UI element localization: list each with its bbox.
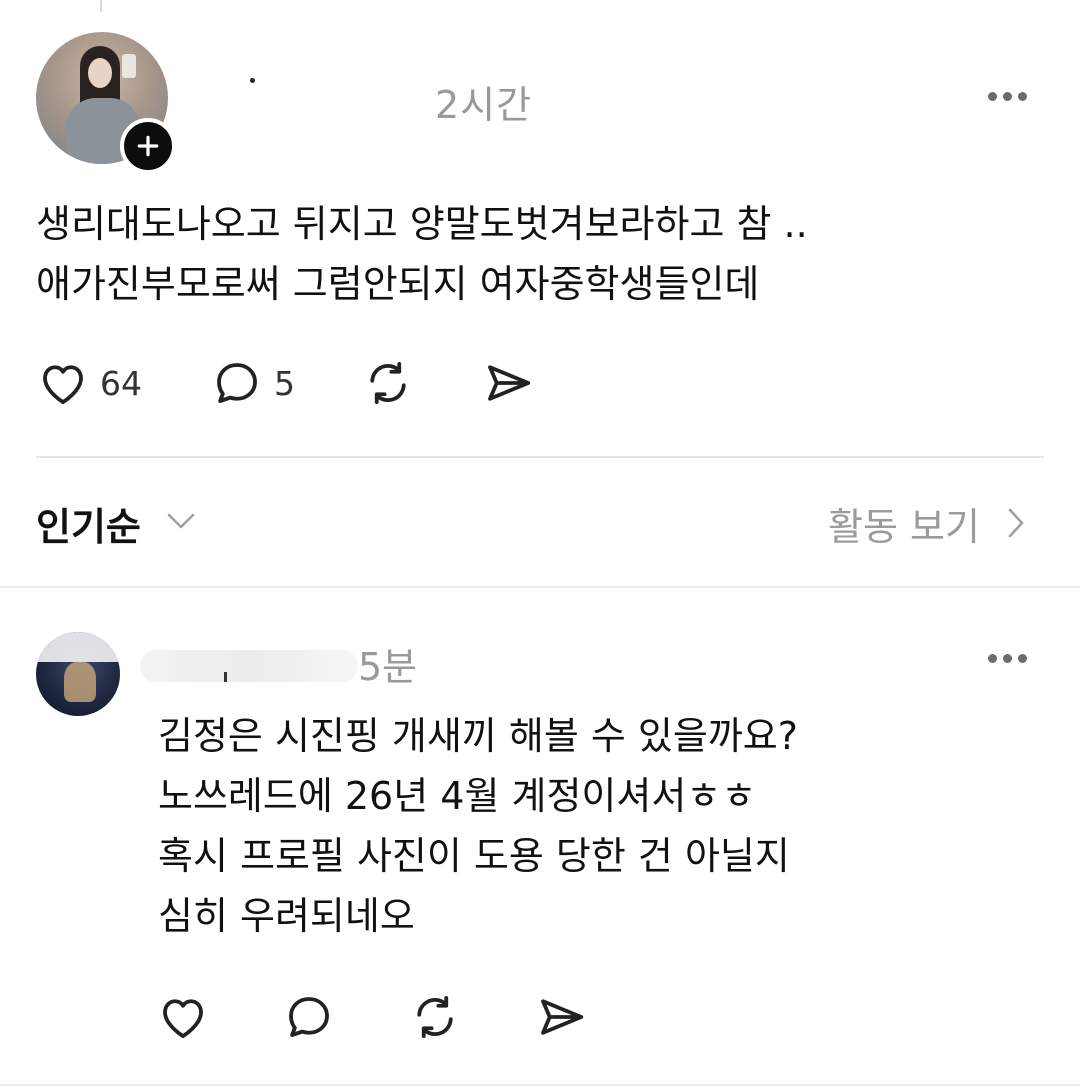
- repost-icon: [417, 995, 453, 1039]
- plus-icon: [137, 135, 159, 157]
- heart-icon: [163, 999, 203, 1039]
- comment-share-button[interactable]: [534, 990, 588, 1044]
- share-button[interactable]: [481, 356, 535, 410]
- reply-button[interactable]: 5: [210, 356, 295, 410]
- comment-icon: [217, 363, 257, 403]
- share-icon: [541, 999, 584, 1035]
- comment-more-button[interactable]: [988, 654, 1027, 663]
- comment-author-avatar[interactable]: [36, 632, 120, 716]
- divider: [0, 1084, 1080, 1086]
- post-text: 생리대도나오고 뒤지고 양말도벗겨보라하고 참 .. 애가진부모로써 그럼안되지…: [36, 202, 808, 306]
- follow-button[interactable]: [120, 118, 176, 174]
- section-divider: [0, 586, 1080, 588]
- comment-icon: [289, 997, 329, 1037]
- comment-repost-button[interactable]: [408, 990, 462, 1044]
- divider: [36, 456, 1044, 458]
- chevron-down-icon[interactable]: [166, 510, 196, 532]
- comment-text: 김정은 시진핑 개새끼 해볼 수 있을까요? 노쓰레드에 26년 4월 계정이셔…: [158, 714, 798, 938]
- share-icon: [488, 365, 531, 401]
- sort-dropdown[interactable]: 인기순: [36, 496, 141, 551]
- post-actions: 64 5: [36, 356, 535, 410]
- like-count: 64: [100, 363, 142, 403]
- heart-icon: [43, 365, 83, 405]
- post-timestamp: 2시간: [435, 83, 533, 127]
- repost-icon: [370, 361, 406, 405]
- reply-count: 5: [274, 363, 295, 403]
- comment-author-username[interactable]: [140, 650, 358, 682]
- view-activity-link[interactable]: 활동 보기: [828, 496, 980, 551]
- post-more-button[interactable]: [988, 92, 1027, 101]
- comment-reply-button[interactable]: [282, 990, 336, 1044]
- comment-timestamp: 5분: [358, 645, 418, 689]
- repost-button[interactable]: [361, 356, 415, 410]
- post-author-username[interactable]: [250, 78, 255, 83]
- more-icon: [988, 92, 997, 101]
- comment-actions: [156, 990, 588, 1044]
- comment-like-button[interactable]: [156, 990, 210, 1044]
- like-button[interactable]: 64: [36, 356, 142, 410]
- thread-line: [100, 0, 102, 12]
- chevron-right-icon[interactable]: [1006, 506, 1026, 540]
- username-fragment: [224, 672, 227, 682]
- more-icon: [988, 654, 997, 663]
